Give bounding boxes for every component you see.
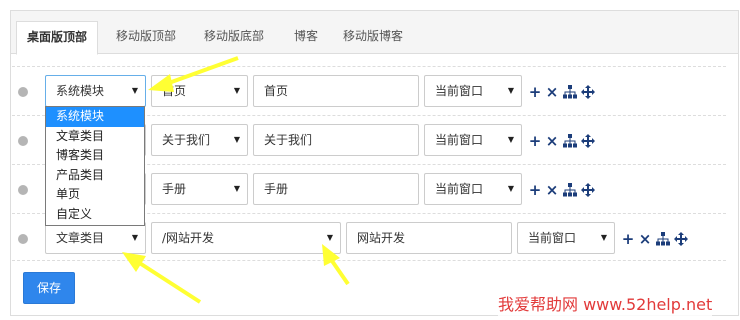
arrows-move-icon[interactable] [581, 183, 595, 197]
times-icon[interactable]: × [545, 183, 559, 198]
dropdown-option[interactable]: 博客类目 [46, 146, 144, 166]
dropdown-option[interactable]: 系统模块 [46, 107, 144, 127]
plus-icon[interactable]: + [528, 85, 542, 100]
target-select[interactable]: 手册 [151, 173, 248, 205]
window-select[interactable]: 当前窗口 [517, 222, 615, 254]
tab-mobile-bottom[interactable]: 移动版底部 [194, 21, 274, 54]
window-select[interactable]: 当前窗口 [424, 173, 522, 205]
target-select[interactable]: 关于我们 [151, 124, 248, 156]
title-input[interactable]: 手册 [253, 173, 419, 205]
tab-mobile-top[interactable]: 移动版顶部 [106, 21, 186, 54]
sitemap-icon[interactable] [563, 134, 577, 148]
title-input[interactable]: 首页 [253, 75, 419, 107]
sitemap-icon[interactable] [563, 183, 577, 197]
type-dropdown-list: 系统模块 文章类目 博客类目 产品类目 单页 自定义 [45, 106, 145, 226]
sitemap-icon[interactable] [656, 232, 670, 246]
times-icon[interactable]: × [545, 134, 559, 149]
target-select[interactable]: /网站开发 [151, 222, 341, 254]
arrows-move-icon[interactable] [581, 85, 595, 99]
sitemap-icon[interactable] [563, 85, 577, 99]
dropdown-option[interactable]: 文章类目 [46, 127, 144, 147]
title-input[interactable]: 关于我们 [253, 124, 419, 156]
tab-desktop-top[interactable]: 桌面版顶部 [16, 21, 99, 55]
dropdown-option[interactable]: 单页 [46, 185, 144, 205]
watermark: 我爱帮助网 www.52help.net [498, 293, 713, 317]
tab-bar: 桌面版顶部 移动版顶部 移动版底部 博客 移动版博客 [11, 11, 738, 55]
plus-icon[interactable]: + [621, 232, 635, 247]
times-icon[interactable]: × [638, 232, 652, 247]
times-icon[interactable]: × [545, 85, 559, 100]
title-input[interactable]: 网站开发 [346, 222, 512, 254]
save-button[interactable]: 保存 [23, 272, 75, 304]
arrows-move-icon[interactable] [581, 134, 595, 148]
window-select[interactable]: 当前窗口 [424, 124, 522, 156]
drag-handle-icon[interactable] [18, 185, 28, 195]
arrows-move-icon[interactable] [674, 232, 688, 246]
tab-mobile-blog[interactable]: 移动版博客 [333, 21, 413, 54]
drag-handle-icon[interactable] [18, 234, 28, 244]
tab-blog[interactable]: 博客 [284, 21, 328, 54]
drag-handle-icon[interactable] [18, 136, 28, 146]
dropdown-option[interactable]: 产品类目 [46, 166, 144, 186]
target-select[interactable]: 首页 [151, 75, 248, 107]
plus-icon[interactable]: + [528, 134, 542, 149]
type-select[interactable]: 文章类目 [45, 222, 146, 254]
window-select[interactable]: 当前窗口 [424, 75, 522, 107]
dropdown-option[interactable]: 自定义 [46, 205, 144, 225]
plus-icon[interactable]: + [528, 183, 542, 198]
drag-handle-icon[interactable] [18, 87, 28, 97]
type-select[interactable]: 系统模块 [45, 75, 146, 107]
